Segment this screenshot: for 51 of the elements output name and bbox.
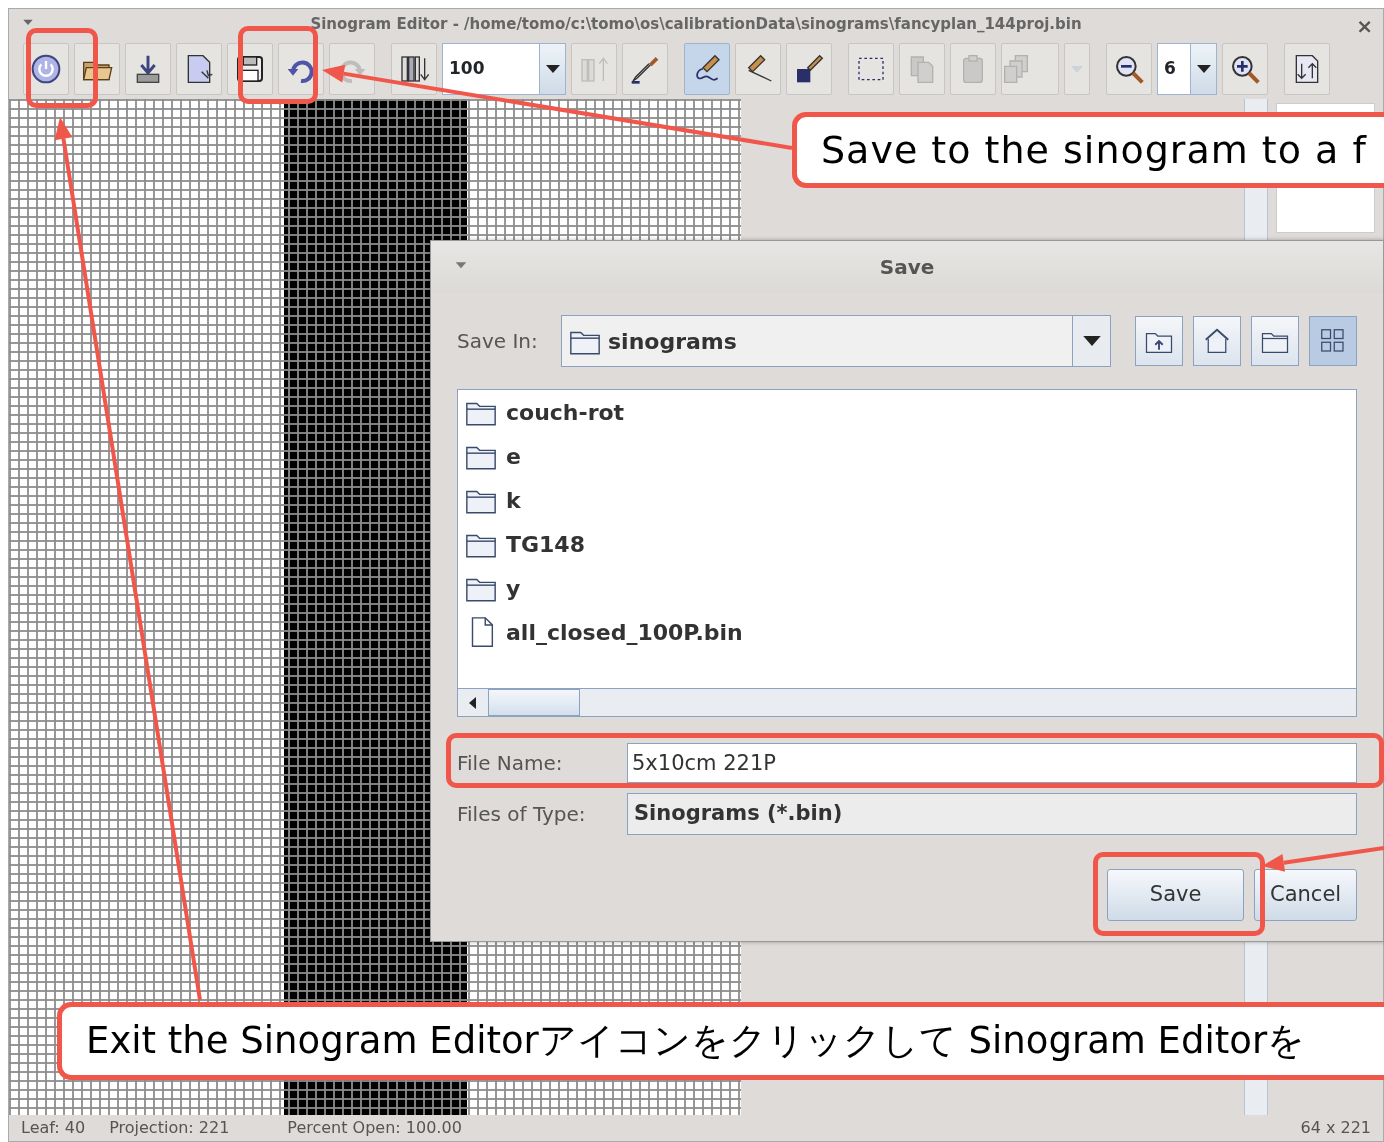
combo-box[interactable]: 6 xyxy=(1157,43,1217,95)
toolbar-button[interactable] xyxy=(74,43,120,95)
power-icon xyxy=(30,53,62,85)
file-item[interactable]: all_closed_100P.bin xyxy=(506,615,743,649)
columns-down-icon xyxy=(398,53,430,85)
zoom-in-icon xyxy=(1229,53,1261,85)
caret-icon xyxy=(545,65,560,73)
toolbar-button[interactable] xyxy=(1193,316,1241,366)
zoom-out-icon xyxy=(1113,53,1145,85)
caret-icon xyxy=(1082,336,1101,346)
field-label: Files of Type: xyxy=(457,801,587,828)
toolbar-button[interactable] xyxy=(684,43,730,95)
status-text: Projection: 221 xyxy=(109,1117,230,1139)
status-text: Percent Open: 100.00 xyxy=(287,1117,462,1139)
toolbar-button[interactable] xyxy=(1135,316,1183,366)
toolbar-button[interactable] xyxy=(1251,316,1299,366)
folder-item[interactable]: TG148 xyxy=(506,527,585,561)
folder-item[interactable]: e xyxy=(506,439,521,473)
callout-text: Exit the Sinogram Editorアイコンをクリックして Sinogram Editorを xyxy=(57,1002,1384,1080)
field-label: File Name: xyxy=(457,750,564,777)
folder-item[interactable]: k xyxy=(506,483,521,517)
save-button[interactable]: Save xyxy=(1107,869,1245,921)
horizontal-scrollbar[interactable] xyxy=(458,688,1356,716)
window-title: Sinogram Editor - /home/tomo/c:\tomo\os\calibrationData\sinograms\fancyplan_144proj.bin xyxy=(310,13,1082,35)
caret-icon xyxy=(1071,65,1083,73)
toolbar-button[interactable] xyxy=(786,43,832,95)
caret-icon xyxy=(1196,65,1211,73)
toolbar-button[interactable] xyxy=(391,43,437,95)
toolbar-button[interactable] xyxy=(23,43,69,95)
status-text: Leaf: 40 xyxy=(21,1117,86,1139)
status-text: 64 x 221 xyxy=(1300,1117,1371,1139)
folder-item[interactable]: couch-rot xyxy=(506,395,625,429)
toolbar-button[interactable] xyxy=(227,43,273,95)
file-name-field[interactable]: 5x10cm 221P xyxy=(627,743,1357,783)
toolbar-button[interactable] xyxy=(1222,43,1268,95)
folder-combo[interactable]: sinograms xyxy=(561,315,1111,367)
dialog-title: Save xyxy=(879,254,935,281)
field-label: Save In: xyxy=(457,328,539,355)
toolbar-button[interactable] xyxy=(735,43,781,95)
cancel-button[interactable]: Cancel xyxy=(1254,869,1357,921)
close-button[interactable]: × xyxy=(1356,11,1373,41)
scroll-left-icon[interactable] xyxy=(467,695,479,710)
combo-box[interactable]: 100 xyxy=(442,43,566,95)
toolbar-button[interactable] xyxy=(1284,43,1330,95)
scrollbar-thumb[interactable] xyxy=(488,689,580,716)
folder-item[interactable]: y xyxy=(506,571,521,605)
file-type-combo[interactable]: Sinograms (*.bin) xyxy=(627,793,1357,835)
toolbar-button[interactable] xyxy=(176,43,222,95)
toolbar-button[interactable] xyxy=(1106,43,1152,95)
toolbar-button[interactable] xyxy=(125,43,171,95)
callout-text: Save to the sinogram to a f xyxy=(792,112,1384,188)
